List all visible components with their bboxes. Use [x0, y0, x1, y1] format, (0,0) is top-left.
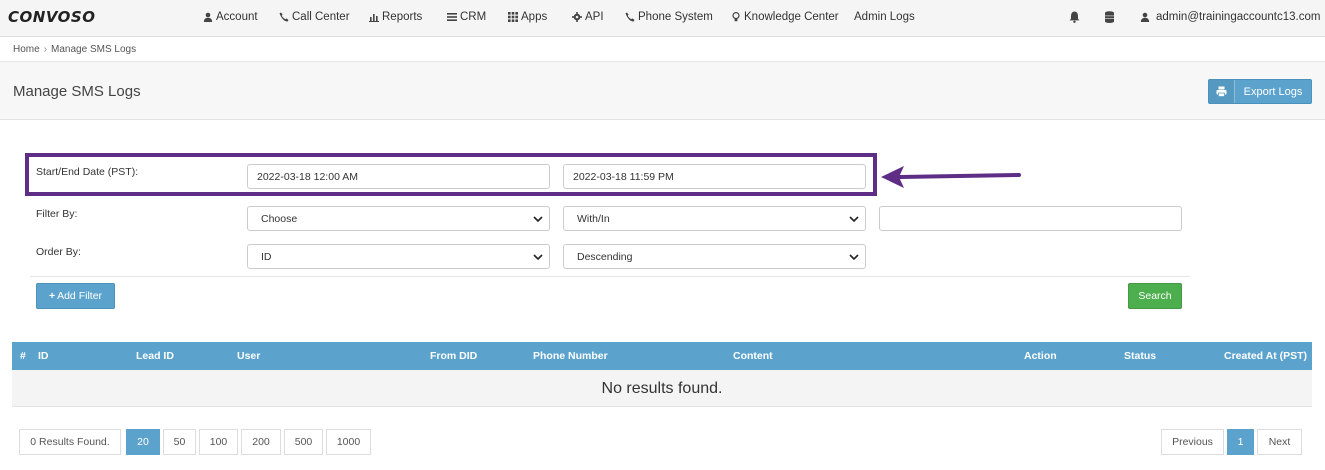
user-menu[interactable]: admin@trainingaccountc13.com	[1140, 11, 1320, 23]
export-logs-button[interactable]: Export Logs	[1208, 79, 1312, 104]
page-size-20[interactable]: 20	[126, 429, 160, 455]
add-filter-label: Add Filter	[57, 290, 103, 302]
search-button[interactable]: Search	[1128, 283, 1182, 309]
export-logs-label: Export Logs	[1243, 85, 1303, 98]
order-direction-value: Descending	[577, 250, 633, 263]
order-direction-select[interactable]: Descending	[563, 244, 866, 269]
filter-operator-select[interactable]: With/In	[563, 206, 866, 231]
order-field-select[interactable]: ID	[247, 244, 550, 269]
page-header	[0, 62, 1325, 120]
nav-admin-logs[interactable]: Admin Logs	[854, 11, 915, 23]
nav-crm-label: CRM	[460, 11, 487, 23]
form-divider	[30, 276, 1190, 277]
table-body: No results found.	[12, 370, 1312, 407]
column-header-id[interactable]: ID	[38, 350, 49, 362]
column-header-from-did[interactable]: From DID	[430, 350, 477, 362]
nav-knowledge-center[interactable]: Knowledge Center	[731, 11, 839, 23]
column-header-status[interactable]: Status	[1124, 350, 1156, 362]
nav-phone-system-label: Phone System	[638, 11, 713, 23]
lightbulb-icon	[732, 12, 740, 22]
column-header-index[interactable]: #	[20, 350, 26, 362]
order-by-label: Order By:	[36, 246, 81, 258]
column-header-action[interactable]: Action	[1024, 350, 1057, 362]
results-count-text: 0 Results Found.	[30, 436, 110, 448]
nav-reports-label: Reports	[382, 11, 423, 23]
grid-icon	[508, 12, 518, 22]
column-header-created-at[interactable]: Created At (PST)	[1224, 350, 1307, 362]
highlight-box	[25, 153, 877, 196]
page-size-200[interactable]: 200	[241, 429, 281, 455]
column-header-lead-id[interactable]: Lead ID	[136, 350, 174, 362]
phone-icon	[279, 12, 289, 22]
nav-call-center-label: Call Center	[292, 11, 350, 23]
breadcrumb-current: Manage SMS Logs	[51, 44, 137, 55]
breadcrumb-home[interactable]: Home	[13, 44, 40, 55]
next-label: Next	[1268, 436, 1291, 448]
top-navbar: CONVOSO Account Call Center Reports CRM …	[0, 0, 1325, 37]
filter-field-value: Choose	[261, 212, 298, 225]
column-header-content[interactable]: Content	[733, 350, 773, 362]
nav-call-center[interactable]: Call Center	[279, 11, 350, 23]
filter-operator-value: With/In	[577, 212, 610, 225]
gear-icon	[572, 12, 582, 22]
no-results-message: No results found.	[601, 380, 723, 397]
nav-admin-logs-label: Admin Logs	[854, 11, 915, 23]
current-page-label: 1	[1237, 436, 1244, 448]
nav-api[interactable]: API	[572, 11, 604, 23]
nav-phone-system[interactable]: Phone System	[625, 11, 713, 23]
user-icon	[1140, 12, 1150, 22]
bar-chart-icon	[369, 14, 379, 22]
nav-account-label: Account	[216, 11, 258, 23]
user-email: admin@trainingaccountc13.com	[1156, 11, 1321, 23]
page-size-label: 1000	[336, 436, 361, 448]
chevron-down-icon	[533, 214, 543, 224]
list-icon	[447, 13, 457, 21]
nav-apps[interactable]: Apps	[508, 11, 547, 23]
page-size-50[interactable]: 50	[163, 429, 196, 455]
page-size-label: 100	[209, 436, 228, 448]
chevron-down-icon	[849, 214, 859, 224]
page-size-500[interactable]: 500	[284, 429, 323, 455]
search-button-label: Search	[1138, 290, 1172, 302]
user-icon	[203, 12, 213, 22]
page-size-100[interactable]: 100	[199, 429, 238, 455]
results-count: 0 Results Found.	[19, 429, 121, 455]
breadcrumb-separator: ›	[43, 44, 48, 55]
filter-by-label: Filter By:	[36, 208, 78, 220]
nav-apps-label: Apps	[521, 11, 548, 23]
chevron-down-icon	[849, 252, 859, 262]
filter-value-input[interactable]	[879, 206, 1182, 231]
page-title: Manage SMS Logs	[13, 83, 141, 100]
column-header-phone-number[interactable]: Phone Number	[533, 350, 608, 362]
nav-knowledge-center-label: Knowledge Center	[744, 11, 839, 23]
nav-reports[interactable]: Reports	[369, 11, 422, 23]
chevron-down-icon	[533, 252, 543, 262]
previous-label: Previous	[1172, 436, 1213, 448]
table-header: # ID Lead ID User From DID Phone Number …	[12, 342, 1312, 370]
page-size-1000[interactable]: 1000	[326, 429, 371, 455]
annotation-arrow	[881, 166, 1021, 188]
add-filter-button[interactable]: + Add Filter	[36, 283, 115, 309]
nav-api-label: API	[585, 11, 604, 23]
plus-icon: +	[48, 290, 56, 302]
next-page-button[interactable]: Next	[1257, 429, 1302, 455]
breadcrumb: Home › Manage SMS Logs	[13, 44, 136, 55]
nav-account[interactable]: Account	[203, 11, 258, 23]
phone-icon	[625, 12, 635, 22]
current-page-button[interactable]: 1	[1227, 429, 1254, 455]
previous-page-button[interactable]: Previous	[1161, 429, 1224, 455]
printer-icon	[1209, 80, 1235, 103]
page-size-label: 200	[252, 436, 270, 448]
order-field-value: ID	[261, 250, 272, 263]
convoso-logo[interactable]: CONVOSO	[8, 8, 95, 26]
page-size-label: 500	[294, 436, 313, 448]
column-header-user[interactable]: User	[237, 350, 260, 362]
filter-field-select[interactable]: Choose	[247, 206, 550, 231]
nav-crm[interactable]: CRM	[447, 11, 486, 23]
database-icon[interactable]	[1104, 11, 1116, 24]
page-size-label: 50	[173, 436, 186, 448]
bell-icon[interactable]	[1069, 11, 1081, 24]
page-size-label: 20	[137, 436, 149, 448]
